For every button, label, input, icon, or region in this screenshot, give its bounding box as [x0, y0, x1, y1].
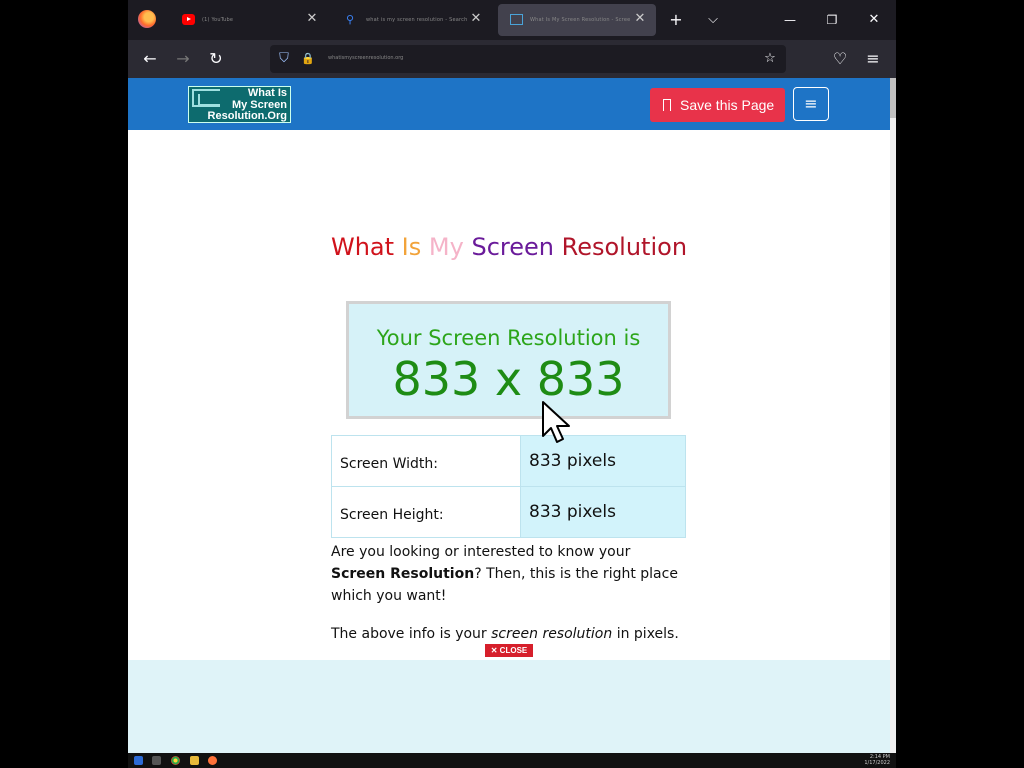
chrome-icon[interactable] [171, 756, 180, 765]
scrollbar-thumb[interactable] [890, 78, 896, 118]
search-icon: ⚲ [346, 13, 355, 26]
site-favicon-icon [510, 14, 523, 25]
info-paragraph: The above info is your screen resolution… [331, 623, 681, 645]
taskbar: 2:14 PM 1/17/2022 [128, 753, 896, 768]
bookmark-icon [663, 99, 671, 114]
navigation-toolbar: ← → ↻ ⛉ 🔒 whatismyscreenresolution.org ☆… [128, 40, 896, 78]
logo-line: Resolution.Org [207, 110, 287, 122]
url-bar[interactable]: ⛉ 🔒 whatismyscreenresolution.org ☆ [270, 45, 786, 73]
screen-height-label: Screen Height: [331, 486, 521, 538]
clock-date: 1/17/2022 [864, 760, 890, 766]
table-row: Screen Height: 833 pixels [331, 486, 686, 538]
close-window-icon[interactable]: ✕ [864, 10, 884, 30]
firefox-taskbar-icon[interactable] [208, 756, 217, 765]
info-text: in pixels. [612, 626, 679, 642]
mouse-pointer-icon [542, 401, 570, 443]
app-menu-icon[interactable]: ≡ [863, 49, 883, 69]
ad-close-button[interactable]: ✕ CLOSE [485, 644, 533, 657]
resolution-label: Your Screen Resolution is [376, 326, 641, 350]
firefox-icon[interactable] [138, 10, 156, 28]
site-header: What Is My Screen Resolution.Org Save th… [128, 78, 890, 130]
restore-icon[interactable]: ❐ [822, 10, 842, 30]
back-icon[interactable]: ← [140, 49, 160, 69]
save-page-button[interactable]: Save this Page [650, 88, 785, 122]
tab-title: What Is My Screen Resolution - Screen Si… [530, 17, 630, 23]
url-text[interactable]: whatismyscreenresolution.org [328, 55, 403, 61]
logo-text: What Is My Screen Resolution.Org [207, 87, 287, 123]
resolution-display-box: Your Screen Resolution is 833 x 833 [346, 301, 671, 419]
ad-banner[interactable] [128, 660, 890, 753]
tab-search[interactable]: ⚲ what is my screen resolution - Search … [334, 4, 492, 36]
file-explorer-icon[interactable] [190, 756, 199, 765]
title-word: What [330, 233, 395, 261]
intro-paragraph: Are you looking or interested to know yo… [331, 541, 681, 607]
lock-icon[interactable]: 🔒 [300, 51, 316, 67]
resolution-table: Screen Width: 833 pixels Screen Height: … [331, 435, 686, 538]
pocket-icon[interactable]: ♡ [830, 49, 850, 69]
tab-close-icon[interactable]: ✕ [632, 11, 648, 27]
title-word: Resolution [561, 233, 688, 261]
screen-height-value: 833 pixels [520, 486, 686, 538]
title-word: Is [401, 233, 422, 261]
site-logo[interactable]: What Is My Screen Resolution.Org [188, 86, 291, 123]
bookmark-star-icon[interactable]: ☆ [762, 51, 778, 67]
tab-close-icon[interactable]: ✕ [304, 11, 320, 27]
reload-icon[interactable]: ↻ [206, 49, 226, 69]
list-all-tabs-icon[interactable]: ⌵ [703, 10, 723, 30]
tab-youtube[interactable]: (1) YouTube ✕ [170, 4, 328, 36]
minimize-icon[interactable]: — [780, 10, 800, 30]
info-italic: screen resolution [491, 626, 613, 642]
logo-line: What Is [247, 87, 287, 99]
title-word: Screen [471, 233, 554, 261]
title-word: My [428, 233, 464, 261]
web-page: What Is My Screen Resolution.Org Save th… [128, 78, 890, 753]
table-row: Screen Width: 833 pixels [331, 435, 686, 487]
site-menu-button[interactable]: ≡ [793, 87, 829, 121]
tab-close-icon[interactable]: ✕ [468, 11, 484, 27]
intro-bold: Screen Resolution [331, 566, 475, 582]
info-text: The above info is your [331, 626, 492, 642]
new-tab-button[interactable]: + [666, 10, 686, 30]
search-taskbar-icon[interactable] [152, 756, 161, 765]
intro-text: Are you looking or interested to know yo… [331, 544, 631, 560]
youtube-icon [182, 14, 195, 25]
forward-icon[interactable]: → [173, 49, 193, 69]
tab-title: what is my screen resolution - Search [366, 17, 468, 23]
page-title: What Is My Screen Resolution [128, 233, 890, 261]
screen-width-label: Screen Width: [331, 435, 521, 487]
page-scrollbar[interactable] [890, 78, 896, 753]
system-clock[interactable]: 2:14 PM 1/17/2022 [864, 754, 890, 766]
tab-strip: (1) YouTube ✕ ⚲ what is my screen resolu… [128, 0, 896, 40]
tracking-protection-shield-icon[interactable]: ⛉ [276, 51, 292, 67]
save-page-label: Save this Page [680, 97, 775, 113]
start-button-icon[interactable] [134, 756, 143, 765]
resolution-value: 833 x 833 [392, 352, 625, 406]
tab-screen-resolution[interactable]: What Is My Screen Resolution - Screen Si… [498, 4, 656, 36]
browser-window: (1) YouTube ✕ ⚲ what is my screen resolu… [128, 0, 896, 753]
tab-title: (1) YouTube [202, 17, 234, 23]
